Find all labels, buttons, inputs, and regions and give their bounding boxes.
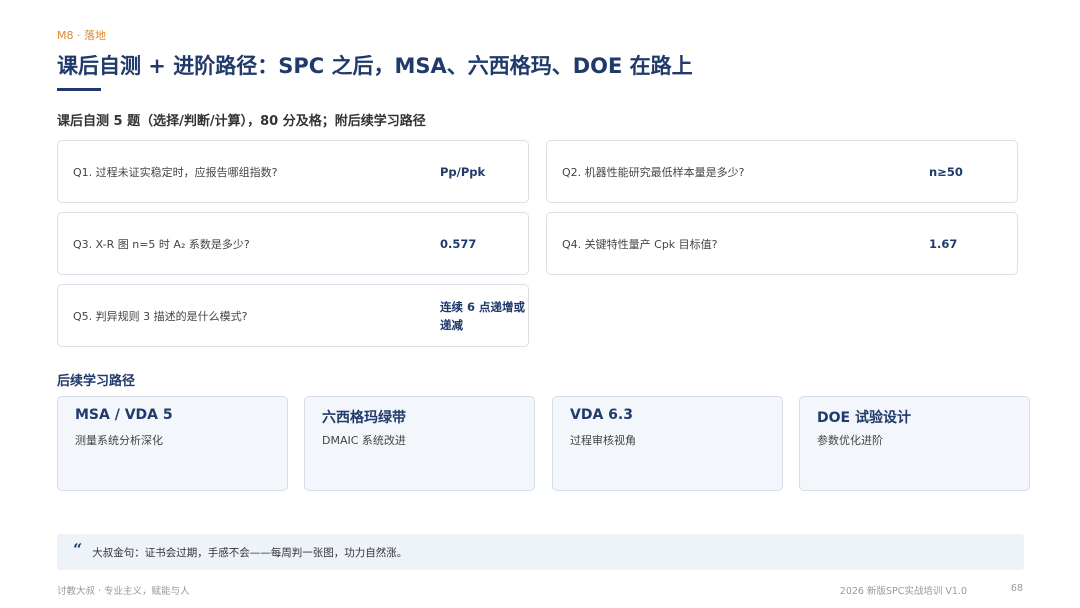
- page-subtitle: 课后自测 5 题（选择/判断/计算），80 分及格；附后续学习路径: [57, 114, 426, 129]
- quote-icon: “: [73, 540, 83, 559]
- path-card-msa: MSA / VDA 5 测量系统分析深化: [57, 396, 288, 491]
- question-text: Q4. 关键特性量产 Cpk 目标值?: [562, 237, 718, 251]
- question-answer: n≥50: [929, 164, 963, 179]
- path-card-doe: DOE 试验设计 参数优化进阶: [799, 396, 1030, 491]
- question-answer: 0.577: [440, 236, 477, 251]
- section-tag: M8 · 落地: [57, 29, 106, 42]
- path-card-name: DOE 试验设计: [817, 410, 911, 426]
- path-card-name: MSA / VDA 5: [75, 407, 173, 423]
- question-card-5: Q5. 判异规则 3 描述的是什么模式? 连续 6 点递增或递减: [57, 284, 529, 347]
- question-answer: 连续 6 点递增或递减: [440, 299, 526, 332]
- question-answer: Pp/Ppk: [440, 164, 486, 179]
- title-underline: [57, 88, 101, 91]
- path-card-desc: DMAIC 系统改进: [322, 434, 406, 447]
- quote-text: 大叔金句：证书会过期，手感不会——每周判一张图，功力自然涨。: [92, 546, 408, 559]
- page-title: 课后自测 + 进阶路径：SPC 之后，MSA、六西格玛、DOE 在路上: [57, 54, 693, 78]
- path-card-name: 六西格玛绿带: [322, 410, 406, 426]
- question-answer: 1.67: [929, 236, 958, 251]
- question-text: Q3. X-R 图 n=5 时 A₂ 系数是多少?: [73, 237, 250, 251]
- path-card-desc: 参数优化进阶: [817, 434, 883, 447]
- footer-course: 2026 新版SPC实战培训 V1.0: [839, 586, 967, 597]
- path-card-desc: 过程审核视角: [570, 434, 636, 447]
- question-card-3: Q3. X-R 图 n=5 时 A₂ 系数是多少? 0.577: [57, 212, 529, 275]
- question-card-1: Q1. 过程未证实稳定时，应报告哪组指数? Pp/Ppk: [57, 140, 529, 203]
- path-card-six-sigma: 六西格玛绿带 DMAIC 系统改进: [304, 396, 535, 491]
- question-text: Q2. 机器性能研究最低样本量是多少?: [562, 165, 745, 179]
- question-text: Q1. 过程未证实稳定时，应报告哪组指数?: [73, 165, 278, 179]
- question-card-2: Q2. 机器性能研究最低样本量是多少? n≥50: [546, 140, 1018, 203]
- question-card-4: Q4. 关键特性量产 Cpk 目标值? 1.67: [546, 212, 1018, 275]
- path-card-name: VDA 6.3: [570, 407, 633, 423]
- quote-banner: “ 大叔金句：证书会过期，手感不会——每周判一张图，功力自然涨。: [57, 534, 1024, 570]
- path-card-vda63: VDA 6.3 过程审核视角: [552, 396, 783, 491]
- path-section-title: 后续学习路径: [57, 374, 136, 389]
- footer-brand: 讨教大叔 · 专业主义，赋能与人: [57, 586, 190, 597]
- page-number: 68: [1010, 583, 1023, 594]
- question-text: Q5. 判异规则 3 描述的是什么模式?: [73, 309, 248, 323]
- path-card-desc: 测量系统分析深化: [75, 434, 163, 447]
